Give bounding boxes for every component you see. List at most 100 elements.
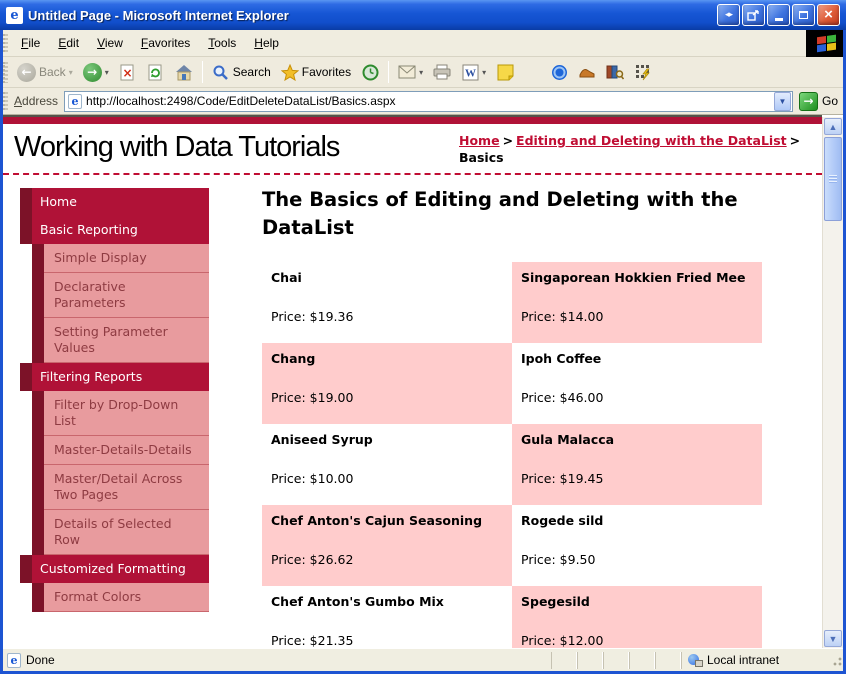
- menu-tools[interactable]: Tools: [199, 32, 245, 54]
- minimize-button[interactable]: [767, 4, 790, 26]
- scrollbar-thumb[interactable]: [824, 137, 842, 221]
- product-price: Price: $12.00: [521, 633, 604, 648]
- status-bar: e Done Local intranet: [3, 648, 843, 671]
- product-name: Chef Anton's Cajun Seasoning: [271, 513, 483, 528]
- vertical-scrollbar[interactable]: ▲ ▼: [822, 117, 843, 648]
- research-button[interactable]: [601, 59, 629, 85]
- mail-button[interactable]: ▾: [393, 59, 428, 85]
- page-content: Working with Data Tutorials Home > Editing…: [3, 115, 843, 648]
- page-top-red-bar: [3, 115, 822, 124]
- addon-shoe-button[interactable]: [573, 59, 601, 85]
- address-dropdown-button[interactable]: ▼: [773, 91, 791, 111]
- back-icon: ←: [17, 62, 36, 82]
- left-right-arrows-icon: ◂▸: [724, 10, 733, 20]
- sidebar-item-declarative-parameters[interactable]: Declarative Parameters: [20, 273, 209, 318]
- menu-favorites[interactable]: Favorites: [132, 32, 199, 54]
- menu-help[interactable]: Help: [245, 32, 288, 54]
- close-icon: ×: [824, 5, 833, 23]
- sidebar-item-setting-parameter-values[interactable]: Setting Parameter Values: [20, 318, 209, 363]
- print-button[interactable]: [428, 59, 456, 85]
- menu-file[interactable]: File: [12, 32, 49, 54]
- menu-view[interactable]: View: [88, 32, 132, 54]
- sidebar-item-customized-formatting[interactable]: Customized Formatting: [20, 555, 209, 583]
- menu-edit[interactable]: Edit: [49, 32, 88, 54]
- scroll-down-button[interactable]: ▼: [824, 630, 842, 647]
- stop-icon: ×: [119, 63, 137, 81]
- maximize-button[interactable]: [792, 4, 815, 26]
- pop-out-button[interactable]: [742, 4, 765, 26]
- address-bar-grip[interactable]: [3, 91, 8, 111]
- menu-bar: File Edit View Favorites Tools Help: [0, 29, 846, 57]
- product-item: Aniseed Syrup Price: $10.00: [262, 424, 512, 505]
- addon-pixel-button[interactable]: [629, 59, 657, 85]
- word-icon: W: [461, 63, 479, 81]
- product-name: Gula Malacca: [521, 432, 615, 447]
- sidebar-item-filter-by-dropdown-list[interactable]: Filter by Drop-Down List: [20, 391, 209, 436]
- sidebar-item-basic-reporting[interactable]: Basic Reporting: [20, 216, 209, 244]
- nav-notch: [20, 555, 32, 583]
- resize-grip[interactable]: [829, 653, 843, 667]
- address-input[interactable]: [86, 94, 773, 108]
- product-price: Price: $19.00: [271, 390, 354, 405]
- sidebar-item-filtering-reports[interactable]: Filtering Reports: [20, 363, 209, 391]
- sidebar-item-details-of-selected-row[interactable]: Details of Selected Row: [20, 510, 209, 555]
- notes-button[interactable]: [491, 59, 519, 85]
- refresh-button[interactable]: [142, 59, 170, 85]
- nav-strip: [32, 436, 44, 465]
- back-label: Back: [39, 65, 66, 79]
- breadcrumb-link-section[interactable]: Editing and Deleting with the DataList: [516, 133, 787, 148]
- messenger-button[interactable]: [545, 59, 573, 85]
- mail-icon: [398, 63, 416, 81]
- sidebar-item-master-details-details[interactable]: Master-Details-Details: [20, 436, 209, 465]
- nav-strip: [32, 318, 44, 363]
- sidebar-item-home[interactable]: Home: [20, 188, 209, 216]
- window-border-left: [0, 30, 3, 674]
- search-button[interactable]: Search: [207, 59, 276, 85]
- back-dropdown-arrow[interactable]: ▾: [69, 68, 73, 77]
- history-button[interactable]: [356, 59, 384, 85]
- sidebar-item-label: Simple Display: [44, 244, 209, 273]
- close-button[interactable]: ×: [817, 4, 840, 26]
- toolbar-separator: [388, 61, 390, 83]
- sidebar-item-label: Format Colors: [44, 583, 209, 612]
- status-page-icon: e: [7, 652, 21, 668]
- sidebar-item-simple-display[interactable]: Simple Display: [20, 244, 209, 273]
- mail-dropdown-arrow[interactable]: ▾: [419, 68, 423, 77]
- pan-arrows-button[interactable]: ◂▸: [717, 4, 740, 26]
- title-bar[interactable]: e Untitled Page - Microsoft Internet Exp…: [0, 0, 846, 30]
- window-controls: ◂▸ ×: [717, 4, 840, 26]
- home-button[interactable]: [170, 59, 198, 85]
- product-price: Price: $46.00: [521, 390, 604, 405]
- product-item: Ipoh Coffee Price: $46.00: [512, 343, 762, 424]
- product-item: Rogede sild Price: $9.50: [512, 505, 762, 586]
- back-button[interactable]: ← Back ▾: [12, 59, 78, 85]
- address-label: Address: [14, 94, 59, 108]
- forward-button[interactable]: → ▾: [78, 59, 114, 85]
- sidebar-nav: Home Basic Reporting Simple Display Decl…: [20, 188, 209, 612]
- scroll-up-button[interactable]: ▲: [824, 118, 842, 135]
- stop-button[interactable]: ×: [114, 59, 142, 85]
- toolbar-separator: [201, 61, 203, 83]
- sidebar-item-label: Customized Formatting: [32, 555, 209, 583]
- toolbar-grip[interactable]: [3, 61, 8, 83]
- nav-strip: [32, 465, 44, 510]
- product-datalist: Chai Price: $19.36 Singaporean Hokkien Fr…: [262, 262, 762, 648]
- forward-dropdown-arrow[interactable]: ▾: [105, 68, 109, 77]
- product-name: Chang: [271, 351, 316, 366]
- breadcrumb-link-home[interactable]: Home: [459, 133, 500, 148]
- sidebar-item-label: Declarative Parameters: [44, 273, 209, 318]
- favorites-button[interactable]: Favorites: [276, 59, 356, 85]
- edit-dropdown-arrow[interactable]: ▾: [482, 68, 486, 77]
- edit-with-word-button[interactable]: W ▾: [456, 59, 491, 85]
- nav-strip: [32, 391, 44, 436]
- go-button[interactable]: → Go: [793, 91, 846, 111]
- menu-bar-grip[interactable]: [3, 33, 8, 53]
- sidebar-item-label: Master/Detail Across Two Pages: [44, 465, 209, 510]
- sidebar-item-master-detail-across-two-pages[interactable]: Master/Detail Across Two Pages: [20, 465, 209, 510]
- address-field[interactable]: e ▼: [64, 90, 793, 112]
- go-label: Go: [821, 94, 838, 108]
- product-name: Singaporean Hokkien Fried Mee: [521, 270, 746, 285]
- nav-strip: [32, 273, 44, 318]
- sidebar-item-format-colors[interactable]: Format Colors: [20, 583, 209, 612]
- product-name: Chef Anton's Gumbo Mix: [271, 594, 444, 609]
